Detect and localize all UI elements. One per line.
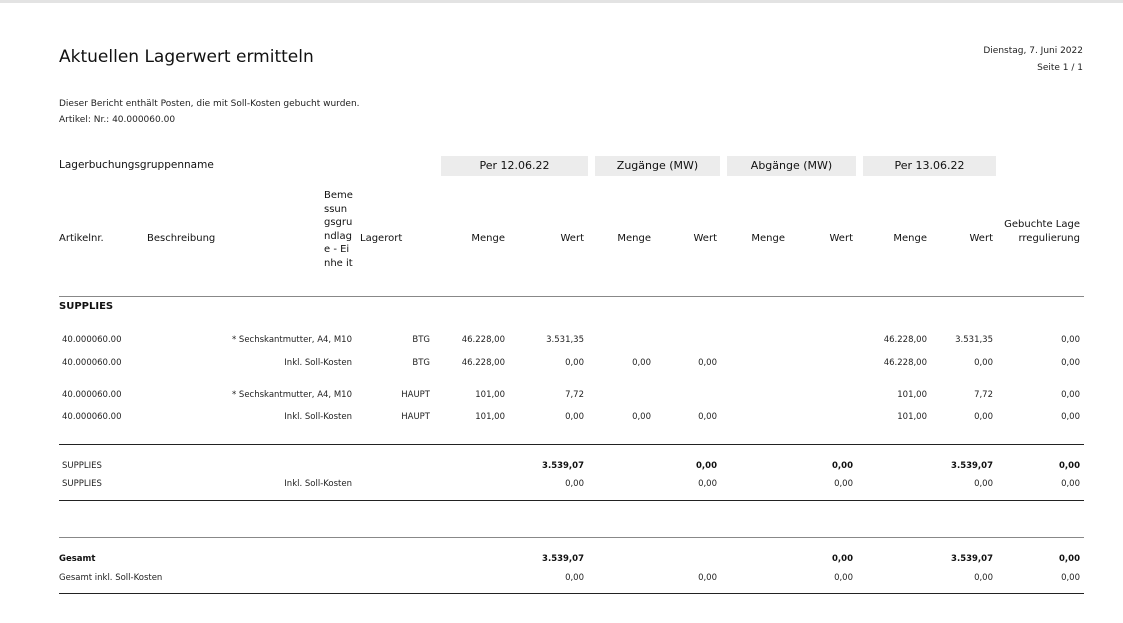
location-cell: HAUPT: [401, 412, 430, 422]
col-description: Beschreibung: [147, 233, 216, 244]
col-value-start: Wert: [560, 233, 585, 244]
v4-cell: 0,00: [974, 358, 993, 368]
subtotal-label: SUPPLIES: [62, 479, 102, 489]
group-header-per-end: Per 13.06.22: [863, 156, 996, 176]
item-number-cell: 40.000060.00: [62, 335, 122, 345]
q4-cell: 46.228,00: [883, 358, 927, 368]
description-cell: * Sechskantmutter, A4, M10: [231, 335, 352, 345]
subtotal-v3-cell: 0,00: [834, 479, 853, 489]
col-value-removals: Wert: [829, 233, 854, 244]
location-cell: BTG: [412, 335, 430, 345]
page-indicator: Seite 1 / 1: [1037, 63, 1083, 73]
v2-cell: 0,00: [698, 412, 717, 422]
description-cell: * Sechskantmutter, A4, M10: [231, 390, 352, 400]
subtotal-v2-cell: 0,00: [696, 461, 717, 471]
total-v4-cell: 0,00: [974, 573, 993, 583]
subtotal-v4-cell: 3.539,07: [951, 461, 993, 471]
col-item-no: Artikelnr.: [59, 233, 104, 244]
total-v2-cell: 0,00: [698, 573, 717, 583]
total-v4-cell: 3.539,07: [951, 554, 993, 564]
v1-cell: 7,72: [565, 390, 584, 400]
q4-cell: 101,00: [897, 390, 927, 400]
q1-cell: 46.228,00: [461, 335, 505, 345]
subtotal-desc: Inkl. Soll-Kosten: [284, 479, 352, 489]
subtotal-label: SUPPLIES: [62, 461, 102, 471]
v2-cell: 0,00: [698, 358, 717, 368]
total-label: Gesamt inkl. Soll-Kosten: [59, 573, 163, 583]
subtotal-divider: [59, 500, 1084, 501]
item-filter: Artikel: Nr.: 40.000060.00: [59, 115, 176, 125]
v1-cell: 3.531,35: [546, 335, 584, 345]
total-adj-cell: 0,00: [1059, 554, 1080, 564]
total-label: Gesamt: [59, 554, 96, 564]
group-header-removals: Abgänge (MW): [727, 156, 856, 176]
col-qty-additions: Menge: [617, 233, 651, 244]
col-qty-end: Menge: [893, 233, 927, 244]
subtotal-v2-cell: 0,00: [698, 479, 717, 489]
col-value-end: Wert: [969, 233, 994, 244]
total-v1-cell: 3.539,07: [542, 554, 584, 564]
total-top-divider: [59, 537, 1084, 538]
col-base-unit: Beme ssun gsgru ndlag e - Einhe it: [324, 190, 353, 269]
description-cell: Inkl. Soll-Kosten: [284, 358, 352, 368]
q2-cell: 0,00: [632, 358, 651, 368]
group-label: Lagerbuchungsgruppenname: [59, 159, 214, 171]
adj-cell: 0,00: [1061, 412, 1080, 422]
total-v3-cell: 0,00: [832, 554, 853, 564]
total-v3-cell: 0,00: [834, 573, 853, 583]
report-title: Aktuellen Lagerwert ermitteln: [59, 47, 314, 67]
q1-cell: 46.228,00: [461, 358, 505, 368]
col-adjustment: Gebuchte Lagerregulierung: [1004, 219, 1080, 244]
group-header-additions: Zugänge (MW): [595, 156, 720, 176]
total-adj-cell: 0,00: [1061, 573, 1080, 583]
q2-cell: 0,00: [632, 412, 651, 422]
report-note: Dieser Bericht enthält Posten, die mit S…: [59, 99, 360, 109]
location-cell: BTG: [412, 358, 430, 368]
subtotal-v3-cell: 0,00: [832, 461, 853, 471]
total-v1-cell: 0,00: [565, 573, 584, 583]
rows-divider: [59, 444, 1084, 445]
report-date: Dienstag, 7. Juni 2022: [983, 46, 1083, 56]
section-title: SUPPLIES: [59, 301, 114, 312]
item-number-cell: 40.000060.00: [62, 412, 122, 422]
subtotal-adj-cell: 0,00: [1059, 461, 1080, 471]
group-header-per-start: Per 12.06.22: [441, 156, 588, 176]
v4-cell: 7,72: [974, 390, 993, 400]
adj-cell: 0,00: [1061, 335, 1080, 345]
v4-cell: 3.531,35: [955, 335, 993, 345]
item-number-cell: 40.000060.00: [62, 390, 122, 400]
col-location: Lagerort: [360, 233, 403, 244]
v1-cell: 0,00: [565, 412, 584, 422]
q4-cell: 101,00: [897, 412, 927, 422]
header-divider: [59, 296, 1084, 297]
subtotal-v4-cell: 0,00: [974, 479, 993, 489]
subtotal-v1-cell: 3.539,07: [542, 461, 584, 471]
v4-cell: 0,00: [974, 412, 993, 422]
total-bottom-divider: [59, 593, 1084, 594]
q1-cell: 101,00: [475, 390, 505, 400]
col-qty-start: Menge: [471, 233, 505, 244]
adj-cell: 0,00: [1061, 390, 1080, 400]
subtotal-v1-cell: 0,00: [565, 479, 584, 489]
col-qty-removals: Menge: [751, 233, 785, 244]
q4-cell: 46.228,00: [883, 335, 927, 345]
item-number-cell: 40.000060.00: [62, 358, 122, 368]
description-cell: Inkl. Soll-Kosten: [284, 412, 352, 422]
location-cell: HAUPT: [401, 390, 430, 400]
v1-cell: 0,00: [565, 358, 584, 368]
adj-cell: 0,00: [1061, 358, 1080, 368]
subtotal-adj-cell: 0,00: [1061, 479, 1080, 489]
col-value-additions: Wert: [693, 233, 718, 244]
q1-cell: 101,00: [475, 412, 505, 422]
